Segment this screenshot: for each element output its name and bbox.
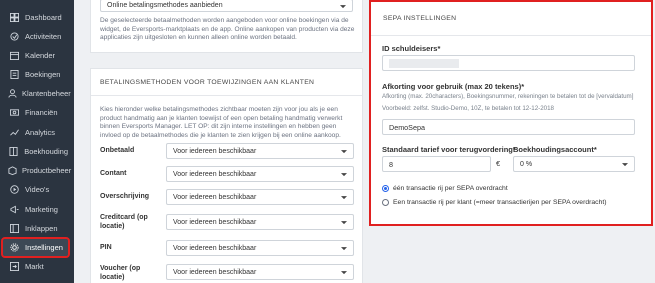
- sidebar-item-label: Inklappen: [25, 224, 58, 233]
- select-value: 0 %: [520, 160, 533, 168]
- select-value: Voor iedereen beschikbaar: [173, 268, 257, 276]
- sidebar-item-collapse[interactable]: Inklappen: [3, 220, 68, 237]
- chevron-down-icon: [340, 4, 346, 8]
- abbreviation-input[interactable]: DemoSepa: [382, 119, 635, 135]
- sidebar-item-customers[interactable]: Klantenbeheer: [3, 85, 71, 102]
- radio-one-row-per-transfer[interactable]: één transactie rij per SEPA overdracht: [382, 185, 508, 192]
- payment-method-select-creditcard[interactable]: Voor iedereen beschikbaar: [166, 214, 354, 230]
- select-value: Voor iedereen beschikbaar: [173, 193, 257, 201]
- radio-button[interactable]: [382, 199, 389, 206]
- accounting-icon: [8, 146, 19, 158]
- payment-method-select-cash[interactable]: Voor iedereen beschikbaar: [166, 166, 354, 182]
- currency-label: €: [496, 159, 501, 168]
- sidebar-item-label: Klantenbeheer: [22, 89, 71, 98]
- sidebar-item-label: Dashboard: [25, 13, 62, 22]
- payment-method-select-pin[interactable]: Voor iedereen beschikbaar: [166, 240, 354, 256]
- recovery-fee-label: Standaard tarief voor terugvordering*: [382, 145, 516, 154]
- sidebar-item-label: Analytics: [25, 128, 56, 137]
- sidebar: Dashboard Activiteiten Kalender Boekinge…: [0, 0, 74, 283]
- sidebar-item-label: Activiteiten: [25, 32, 62, 41]
- payment-method-select-unpaid[interactable]: Voor iedereen beschikbaar: [166, 143, 354, 159]
- sepa-title: SEPA INSTELLINGEN: [371, 2, 651, 36]
- sepa-settings-panel: SEPA INSTELLINGEN: [369, 0, 653, 226]
- payment-method-label: Contant: [100, 170, 127, 177]
- sidebar-item-label: Marketing: [25, 205, 58, 214]
- payment-method-label: Onbetaald: [100, 147, 135, 154]
- recovery-fee-value: 8: [389, 159, 393, 169]
- sidebar-item-calendar[interactable]: Kalender: [3, 47, 68, 64]
- chevron-down-icon: [341, 173, 347, 177]
- payment-method-select-voucher[interactable]: Voor iedereen beschikbaar: [166, 264, 354, 280]
- creditor-id-input[interactable]: [382, 55, 635, 71]
- sidebar-item-marketing[interactable]: Marketing: [3, 201, 68, 218]
- finance-icon: [8, 107, 20, 119]
- dashboard-icon: [8, 12, 20, 24]
- online-payment-select[interactable]: Online betalingsmethodes aanbieden: [100, 0, 353, 12]
- chevron-down-icon: [622, 163, 628, 167]
- chevron-down-icon: [341, 247, 347, 251]
- sidebar-item-label: Boekhouding: [24, 147, 68, 156]
- online-payment-card: Online betalingsmethodes aanbieden De ge…: [90, 0, 363, 53]
- select-value: Voor iedereen beschikbaar: [173, 147, 257, 155]
- chevron-down-icon: [341, 271, 347, 275]
- select-value: Voor iedereen beschikbaar: [173, 218, 257, 226]
- select-value: Voor iedereen beschikbaar: [173, 170, 257, 178]
- analytics-icon: [8, 127, 20, 139]
- radio-label: Een transactie rij per klant (=meer tran…: [393, 199, 607, 206]
- market-icon: [8, 261, 20, 273]
- online-payment-description: De geselecteerde betaalmethoden worden a…: [100, 17, 355, 42]
- gear-icon: [8, 242, 20, 254]
- sidebar-item-market[interactable]: Markt: [3, 258, 68, 275]
- payment-method-label: Voucher (op locatie): [100, 265, 141, 281]
- sidebar-item-label: Video's: [25, 185, 50, 194]
- sidebar-item-label: Instellingen: [25, 243, 63, 252]
- accounting-account-select[interactable]: 0 %: [513, 156, 635, 172]
- sidebar-item-analytics[interactable]: Analytics: [3, 124, 68, 141]
- video-icon: [8, 184, 20, 196]
- select-value: Voor iedereen beschikbaar: [173, 244, 257, 252]
- sidebar-item-label: Kalender: [25, 51, 56, 60]
- sidebar-item-settings[interactable]: Instellingen: [1, 237, 70, 258]
- chevron-down-icon: [341, 150, 347, 154]
- payment-method-label: PIN: [100, 244, 112, 251]
- sidebar-item-finance[interactable]: Financiën: [3, 104, 68, 121]
- sidebar-item-label: Productbeheer: [22, 166, 72, 175]
- products-icon: [8, 165, 17, 177]
- activities-icon: [8, 31, 20, 43]
- radio-label: één transactie rij per SEPA overdracht: [393, 185, 508, 192]
- abbreviation-hint: Afkorting (max. 20characters), Boekingsn…: [382, 93, 634, 100]
- radio-one-row-per-customer[interactable]: Een transactie rij per klant (=meer tran…: [382, 199, 607, 206]
- collapse-icon: [8, 223, 20, 235]
- radio-button[interactable]: [382, 185, 389, 192]
- sidebar-item-activities[interactable]: Activiteiten: [3, 28, 68, 45]
- creditor-id-label: ID schuldeisers*: [382, 44, 441, 53]
- sidebar-item-products[interactable]: Productbeheer: [3, 162, 72, 179]
- sidebar-item-dashboard[interactable]: Dashboard: [3, 9, 68, 26]
- sidebar-item-label: Boekingen: [25, 70, 61, 79]
- assignment-description: Kies hieronder welke betalingsmethodes z…: [100, 106, 343, 139]
- bookings-icon: [8, 69, 20, 81]
- customers-icon: [8, 88, 17, 100]
- abbreviation-example: Voorbeeld: zelfst. Studio-Demo, 10Z, te …: [382, 105, 554, 112]
- sidebar-item-label: Financiën: [25, 108, 58, 117]
- recovery-fee-input[interactable]: 8: [382, 156, 491, 172]
- card-title: BETALINGSMETHODEN VOOR TOEWIJZINGEN AAN …: [91, 69, 362, 96]
- abbreviation-label: Afkorting voor gebruik (max 20 tekens)*: [382, 82, 525, 91]
- accounting-account-label: Boekhoudingsaccount*: [513, 145, 597, 154]
- chevron-down-icon: [341, 196, 347, 200]
- payment-method-select-transfer[interactable]: Voor iedereen beschikbaar: [166, 189, 354, 205]
- calendar-icon: [8, 50, 20, 62]
- sidebar-item-accounting[interactable]: Boekhouding: [3, 143, 68, 160]
- select-value: Online betalingsmethodes aanbieden: [107, 2, 223, 9]
- payment-method-label: Overschrijving: [100, 193, 150, 200]
- chevron-down-icon: [341, 221, 347, 225]
- assignment-payment-card: BETALINGSMETHODEN VOOR TOEWIJZINGEN AAN …: [90, 68, 363, 283]
- sidebar-item-label: Markt: [25, 262, 44, 271]
- abbreviation-value: DemoSepa: [389, 122, 425, 132]
- payment-method-label: Creditcard (op locatie): [100, 214, 148, 230]
- sidebar-item-bookings[interactable]: Boekingen: [3, 66, 68, 83]
- masked-value: [389, 58, 459, 68]
- marketing-icon: [8, 204, 20, 216]
- sidebar-item-videos[interactable]: Video's: [3, 181, 68, 198]
